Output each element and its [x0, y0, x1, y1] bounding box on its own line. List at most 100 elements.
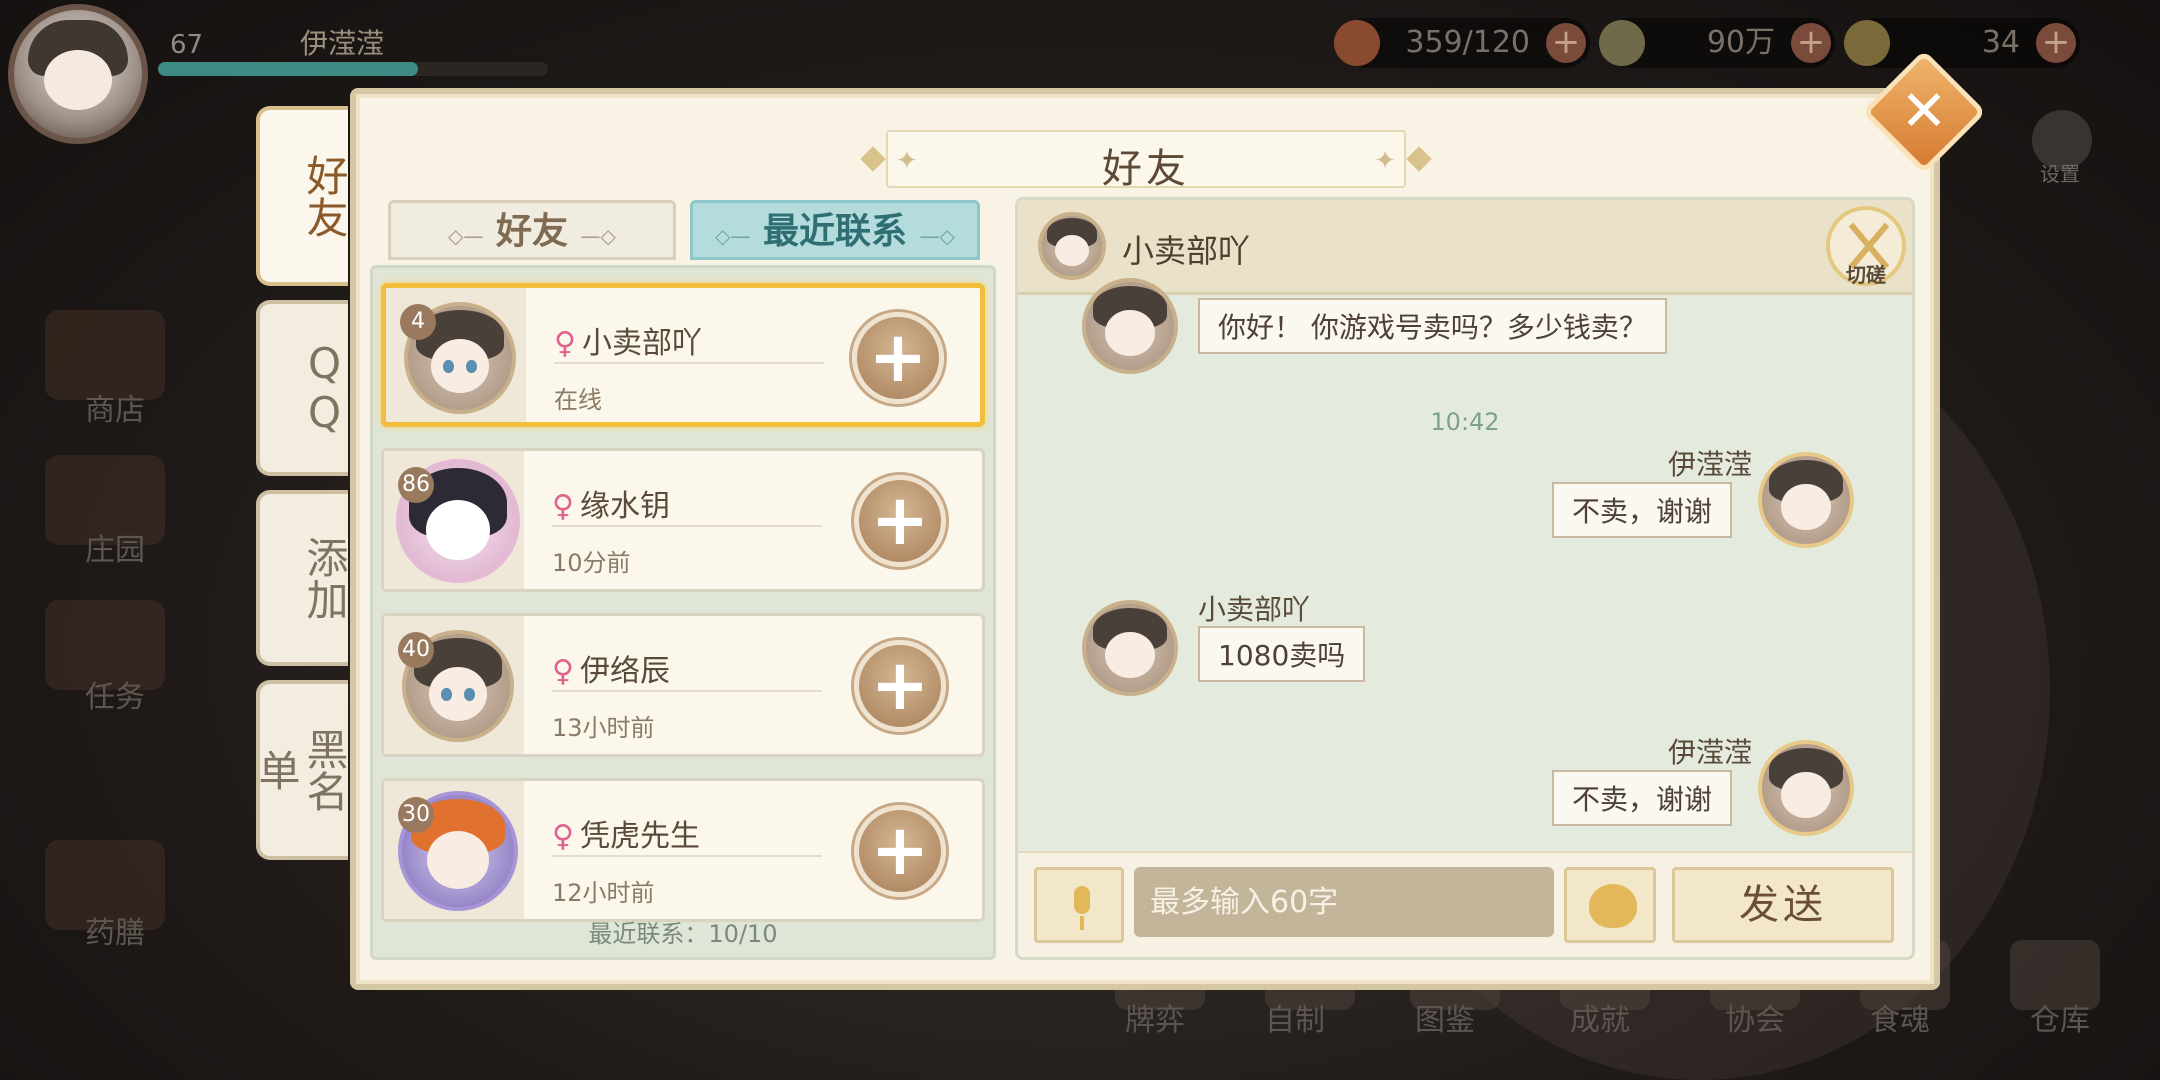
bottom-achievement[interactable]: 成就 [1545, 995, 1655, 1039]
friend-name: 伊络辰 [579, 654, 670, 689]
player-name: 伊滢滢 [300, 27, 385, 60]
coin-value: 90万 [1706, 25, 1775, 60]
friend-status: 10分前 [552, 549, 631, 577]
bottom-warehouse[interactable]: 仓库 [2005, 995, 2115, 1039]
add-friend-button[interactable]: + [852, 312, 944, 404]
bottom-guild[interactable]: 协会 [1700, 995, 1810, 1039]
tab-add[interactable]: 添加 [256, 490, 349, 666]
gem-resource: 34 + [1844, 18, 2080, 68]
bottom-food-soul[interactable]: 食魂 [1845, 995, 1955, 1039]
add-stamina-button[interactable]: + [1546, 23, 1586, 63]
chat-message: 不卖，谢谢 [1551, 770, 1732, 826]
friend-name-row: ♀ 缘水钥 [552, 481, 670, 525]
avatar-face [430, 339, 490, 394]
microphone-stand [1080, 916, 1084, 930]
stamina-bowl-icon [1334, 20, 1380, 66]
friend-name-row: ♀ 小卖部吖 [554, 318, 702, 362]
gem-value: 34 [1981, 25, 2020, 60]
side-menu-task[interactable]: 任务 [0, 672, 230, 716]
avatar[interactable] [1758, 740, 1854, 836]
tab-ornament-icon: —◇ [919, 224, 955, 248]
player-level: 67 [170, 30, 204, 60]
avatar-face [1105, 310, 1155, 356]
bottom-codex[interactable]: 图鉴 [1390, 995, 1500, 1039]
send-button[interactable]: 发送 [1672, 867, 1894, 943]
player-avatar[interactable] [8, 4, 148, 144]
chat-message: 1080卖吗 [1198, 626, 1366, 682]
spar-button[interactable]: 切磋 [1826, 206, 1906, 287]
chat-input-bar: 发送 [1018, 851, 1912, 957]
avatar[interactable] [1758, 452, 1854, 548]
chat-panel: 小卖部吖 切磋 你好！ 你游戏号卖吗？多少钱卖？ 10:42 伊滢滢 不卖，谢谢… [1015, 197, 1915, 960]
level-badge: 40 [398, 632, 434, 668]
divider [552, 525, 822, 527]
friend-status: 在线 [554, 386, 602, 414]
tab-ornament-icon: —◇ [580, 224, 616, 248]
divider [552, 690, 822, 692]
dialog-title-banner: ✦ ✦ 好友 [856, 130, 1436, 192]
chat-partner-name: 小卖部吖 [1122, 232, 1251, 270]
tab-friends[interactable]: 好友 [256, 106, 349, 286]
level-badge: 30 [398, 797, 434, 833]
add-friend-button[interactable]: + [854, 640, 946, 732]
friend-list[interactable]: 4 ♀ 小卖部吖 在线 + 86 ♀ 缘水钥 10分前 + 40 ♀ 伊络辰 13小时… [370, 265, 996, 960]
message-sender: 伊滢滢 [1667, 448, 1752, 481]
friend-status: 13小时前 [552, 714, 655, 742]
avatar[interactable] [1038, 212, 1106, 280]
tab-blacklist-label: 黑名单 [252, 728, 349, 812]
recent-contacts-count: 最近联系：10/10 [588, 920, 778, 948]
avatar-face [1781, 484, 1831, 530]
list-tab-friends-label: 好友 [495, 211, 568, 252]
tab-blacklist[interactable]: 黑名单 [252, 680, 349, 860]
list-tab-friends[interactable]: ◇— 好友 —◇ [388, 200, 676, 260]
tab-ornament-icon: ◇— [448, 224, 484, 248]
settings-label: 设置 [2040, 162, 2080, 186]
add-coin-button[interactable]: + [1791, 23, 1831, 63]
friend-name-row: ♀ 凭虎先生 [552, 811, 700, 855]
dialog-title: 好友 [1102, 146, 1190, 192]
avatar[interactable] [1082, 600, 1178, 696]
list-item[interactable]: 86 ♀ 缘水钥 10分前 + [381, 448, 985, 592]
friend-name-row: ♀ 伊络辰 [552, 646, 670, 690]
voice-button[interactable] [1034, 867, 1124, 943]
side-menu-manor[interactable]: 庄园 [0, 525, 230, 569]
avatar-eye [441, 688, 452, 701]
friend-name: 凭虎先生 [579, 819, 700, 854]
add-gem-button[interactable]: + [2036, 23, 2076, 63]
level-badge: 86 [398, 467, 434, 503]
emoji-button[interactable] [1564, 867, 1656, 943]
level-badge: 4 [400, 304, 436, 340]
chat-message: 不卖，谢谢 [1551, 482, 1732, 538]
experience-fill [158, 62, 418, 76]
tab-ornament-icon: ◇— [715, 224, 751, 248]
message-input[interactable] [1134, 867, 1554, 937]
add-friend-button[interactable]: + [854, 805, 946, 897]
avatar-eye [466, 360, 477, 373]
list-item[interactable]: 4 ♀ 小卖部吖 在线 + [381, 283, 985, 427]
stamina-value: 359/120 [1405, 25, 1530, 60]
message-sender: 伊滢滢 [1667, 736, 1752, 769]
tab-qq-label: QQ [300, 339, 349, 437]
side-menu-shop[interactable]: 商店 [0, 385, 230, 429]
bottom-craft[interactable]: 自制 [1240, 995, 1350, 1039]
gem-icon [1844, 20, 1890, 66]
list-tab-recent-label: 最近联系 [762, 211, 907, 252]
female-icon: ♀ [552, 654, 574, 689]
microphone-icon [1074, 886, 1090, 914]
avatar-eye [443, 360, 454, 373]
list-item[interactable]: 30 ♀ 凭虎先生 12小时前 + [381, 778, 985, 922]
tab-qq[interactable]: QQ [256, 300, 349, 476]
add-friend-button[interactable]: + [854, 475, 946, 567]
cat-emoji-icon [1589, 884, 1637, 928]
avatar[interactable] [1082, 278, 1178, 374]
list-item[interactable]: 40 ♀ 伊络辰 13小时前 + [381, 613, 985, 757]
bottom-card-game[interactable]: 牌弈 [1100, 995, 1210, 1039]
side-menu-herbal-meal[interactable]: 药膳 [0, 908, 230, 952]
list-tab-recent[interactable]: ◇— 最近联系 —◇ [690, 200, 980, 260]
stamina-resource: 359/120 + [1334, 18, 1590, 68]
tab-add-label: 添加 [300, 536, 349, 620]
avatar-face [425, 500, 491, 561]
avatar-face [426, 830, 490, 890]
avatar-face [1781, 772, 1831, 818]
friend-name: 小卖部吖 [581, 326, 702, 361]
